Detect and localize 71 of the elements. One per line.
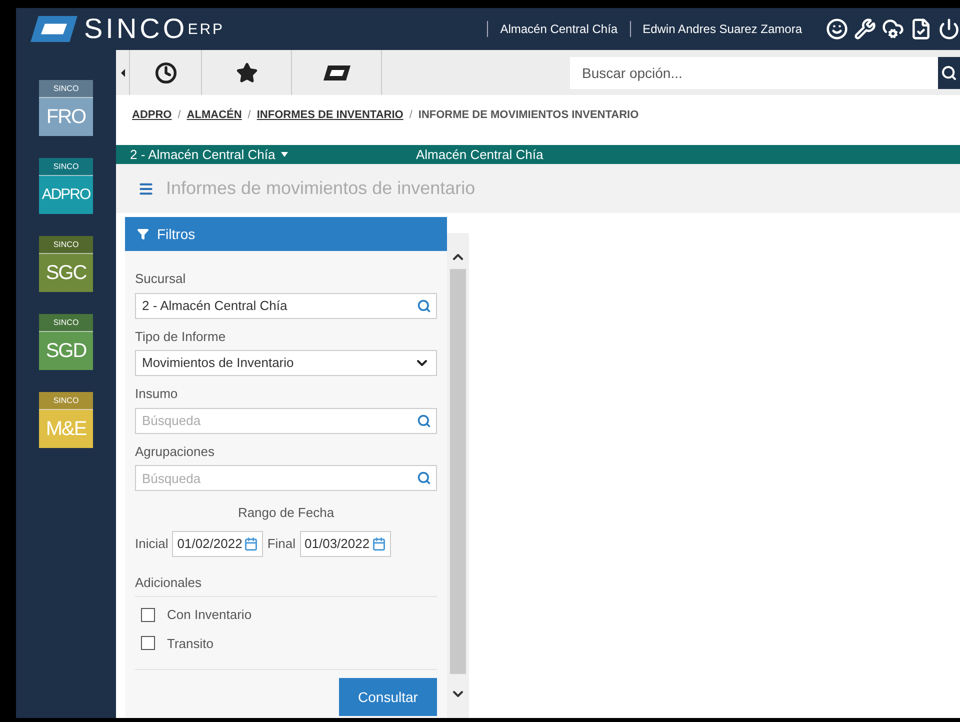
breadcrumb-link[interactable]: INFORMES DE INVENTARIO <box>256 106 404 124</box>
breadcrumb-current: INFORME DE MOVIMIENTOS INVENTARIO <box>418 108 639 123</box>
breadcrumb-link[interactable]: ADPRO <box>132 106 172 124</box>
branch-selector[interactable]: 2 - Almacén Central Chía <box>130 144 276 164</box>
submit-button[interactable]: Consultar <box>339 678 437 716</box>
calendar-icon <box>244 536 258 550</box>
logo-icon <box>322 62 352 82</box>
user-name: Edwin Andres Suarez Zamora <box>642 21 803 38</box>
end-date-label: Final <box>267 534 296 553</box>
menu-icon[interactable] <box>138 180 154 196</box>
breadcrumb-separator: / <box>176 108 182 123</box>
start-date-field[interactable]: 01/02/2022 <box>172 530 264 556</box>
clock-icon <box>154 62 176 84</box>
logo-suffix: ERP <box>188 20 225 40</box>
checkbox-label: Con Inventario <box>167 606 252 624</box>
checkbox-label: Transito <box>167 634 214 652</box>
field-label: Sucursal <box>135 270 187 288</box>
module-tile[interactable]: SINCO ADPRO <box>39 158 93 214</box>
search-icon <box>417 414 431 428</box>
branch-location: Almacén Central Chía <box>416 146 544 164</box>
checkbox[interactable] <box>141 636 155 650</box>
module-tag: SINCO <box>39 392 93 410</box>
search-icon <box>941 64 957 80</box>
start-date-label: Inicial <box>135 534 168 553</box>
module-tile[interactable]: SINCO SGC <box>39 236 93 292</box>
module-tag: SINCO <box>39 314 93 332</box>
filters-header[interactable]: Filtros <box>125 217 447 251</box>
location-text: Almacén Central Chía <box>499 21 619 38</box>
smile-icon[interactable] <box>826 18 848 40</box>
field-label: Tipo de Informe <box>135 328 227 346</box>
calendar-icon <box>372 536 386 550</box>
module-tile[interactable]: SINCO SGD <box>39 314 93 370</box>
breadcrumb-separator: / <box>408 108 414 123</box>
module-tile[interactable]: SINCO M&E <box>39 392 93 448</box>
logo-text: SINCO <box>84 15 188 43</box>
module-tile[interactable]: SINCO FRO <box>39 80 93 136</box>
search-field[interactable]: Buscar opción... <box>570 56 938 88</box>
filters-title: Filtros <box>157 224 196 244</box>
search-field[interactable]: Búsqueda <box>135 408 437 434</box>
cloud-icon[interactable] <box>882 18 904 40</box>
checkbox[interactable] <box>141 608 155 622</box>
module-name: FRO <box>45 105 87 130</box>
module-tag: SINCO <box>39 158 93 176</box>
search-icon <box>417 471 431 485</box>
logo-icon <box>28 13 80 45</box>
search-field[interactable]: Búsqueda <box>135 465 437 491</box>
scrollbar[interactable] <box>447 233 469 718</box>
page-title: Informes de movimientos de inventario <box>166 177 476 200</box>
module-name: SGC <box>44 261 88 286</box>
module-tag: SINCO <box>39 236 93 254</box>
module-name: SGD <box>44 339 88 364</box>
extras-title: Adicionales <box>135 572 437 597</box>
power-icon[interactable] <box>938 18 960 40</box>
end-date-field[interactable]: 01/03/2022 <box>300 530 391 556</box>
tools-icon[interactable] <box>854 18 876 40</box>
select-field[interactable]: Movimientos de Inventario <box>135 350 437 376</box>
field-label: Agrupaciones <box>135 442 216 461</box>
module-tag: SINCO <box>39 80 93 98</box>
checklist-icon[interactable] <box>910 18 932 40</box>
module-name: M&E <box>44 417 88 442</box>
date-range-title: Rango de Fecha <box>236 504 336 522</box>
star-icon <box>236 62 258 84</box>
field-label: Insumo <box>135 385 179 403</box>
search-icon <box>417 298 431 312</box>
breadcrumb-separator: / <box>246 108 252 123</box>
caret-down-icon[interactable] <box>281 152 288 157</box>
search-field[interactable]: 2 - Almacén Central Chía <box>135 292 437 318</box>
filter-icon <box>137 228 149 240</box>
module-name: ADPRO <box>40 185 92 205</box>
breadcrumb-link[interactable]: ALMACÉN <box>186 106 242 124</box>
search-button[interactable] <box>938 56 960 88</box>
